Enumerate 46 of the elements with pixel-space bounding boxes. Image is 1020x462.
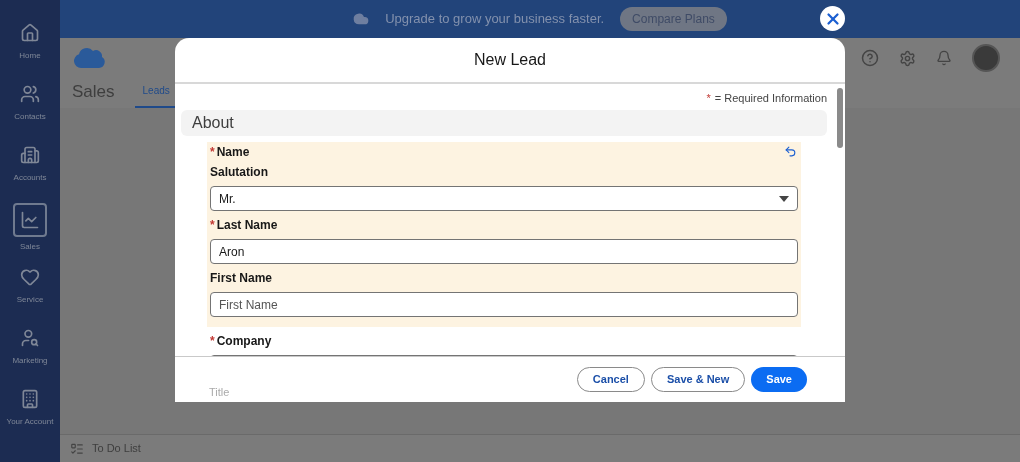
modal-title: New Lead <box>473 50 546 70</box>
cloud-logo <box>72 46 106 70</box>
person-search-icon <box>20 328 40 348</box>
bell-icon[interactable] <box>936 50 952 66</box>
faded-label: Title <box>209 385 230 400</box>
required-mark: * <box>210 217 215 234</box>
caret-icon <box>779 195 789 202</box>
app-title: Sales <box>72 80 115 103</box>
chart-icon <box>20 210 40 230</box>
buildings-icon <box>20 145 40 165</box>
salutation-select[interactable]: Mr. <box>210 186 798 211</box>
section-header: About <box>181 110 827 136</box>
list-icon <box>70 441 84 456</box>
sidebar-item[interactable]: Accounts <box>1 142 59 195</box>
sidebar-item[interactable]: Sales <box>1 203 59 256</box>
required-mark: * <box>210 333 215 350</box>
sidebar-item[interactable]: Marketing <box>1 325 59 378</box>
sidebar-item[interactable]: Home <box>1 20 59 73</box>
field-label: Last Name <box>216 217 278 234</box>
field-label: Company <box>216 333 272 350</box>
sidebar-item[interactable]: Your Account <box>1 386 59 439</box>
people-icon <box>20 84 40 104</box>
bottom-bar-label: To Do List <box>92 441 141 457</box>
building-icon <box>20 389 40 409</box>
field-label: First Name <box>210 270 273 287</box>
footer-button[interactable]: Cancel <box>576 367 645 392</box>
cloud-icon <box>353 11 370 27</box>
required-note: = Required Information <box>714 90 827 106</box>
sidebar-item[interactable]: Service <box>1 264 59 317</box>
input-field[interactable]: Aron <box>210 239 798 264</box>
sidebar-item[interactable]: Contacts <box>1 81 59 134</box>
field-label: Salutation <box>210 164 268 181</box>
input-field[interactable]: First Name <box>210 292 798 317</box>
home-icon <box>20 23 40 43</box>
banner-text: Upgrade to grow your business faster. <box>385 10 605 29</box>
footer-button[interactable]: Save & New <box>650 367 746 392</box>
scrollbar <box>837 88 843 148</box>
footer-button[interactable]: Save <box>751 367 807 392</box>
undo-icon[interactable] <box>784 145 797 158</box>
modal: New Lead * = Required Information About * Name Salutation Mr. * Last Name Aron First Name First Name * Company Title Cancel Save & New Save <box>175 38 845 402</box>
settings-icon[interactable] <box>899 49 916 67</box>
heart-icon <box>20 267 40 287</box>
avatar[interactable] <box>972 44 1000 72</box>
required-mark: * <box>210 144 215 161</box>
group-label: Name <box>216 144 250 161</box>
help-icon[interactable] <box>861 49 879 67</box>
